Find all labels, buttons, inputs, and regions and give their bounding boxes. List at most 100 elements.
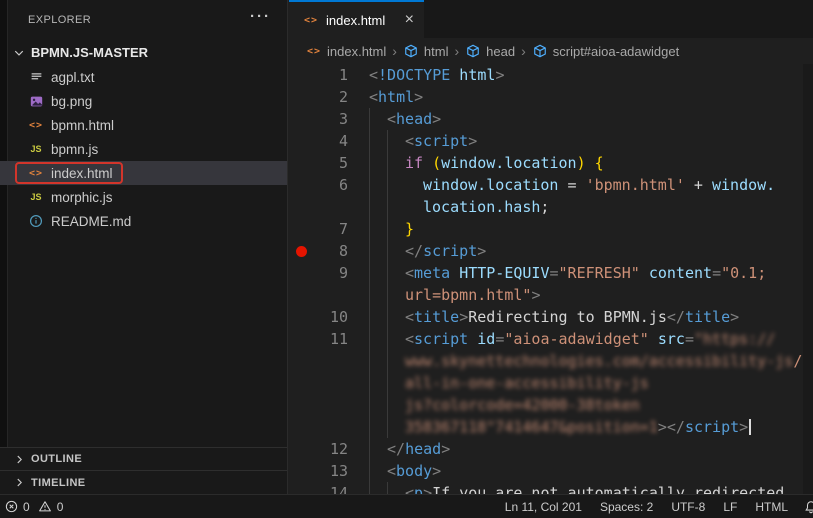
timeline-section[interactable]: TIMELINE bbox=[0, 470, 287, 494]
close-icon[interactable]: × bbox=[405, 12, 414, 28]
code-token: title bbox=[684, 308, 731, 326]
outline-section[interactable]: OUTLINE bbox=[0, 447, 287, 470]
code-text: url=bpmn.html"> bbox=[369, 284, 540, 306]
breadcrumb-item-index-html[interactable]: <> index.html bbox=[306, 43, 386, 59]
scrollbar[interactable] bbox=[803, 64, 813, 494]
breadcrumb-item-script-aioa-adawidget[interactable]: script#aioa-adawidget bbox=[532, 43, 679, 59]
status-cursor-position[interactable]: Ln 11, Col 201 bbox=[505, 500, 582, 514]
line-number: 6 bbox=[338, 176, 348, 194]
code-line[interactable]: 12 </head> bbox=[289, 438, 813, 460]
code-line[interactable]: 14 <p>If you are not automatically redire… bbox=[289, 482, 813, 494]
code-token: </ bbox=[666, 308, 685, 326]
symbol-cube-icon bbox=[532, 43, 548, 59]
code-token: = bbox=[495, 330, 505, 348]
readme-info-icon bbox=[28, 213, 44, 229]
text-cursor bbox=[749, 419, 752, 435]
html-file-icon: <> bbox=[306, 45, 322, 57]
code-line[interactable]: 8 </script> bbox=[289, 240, 813, 262]
code-line[interactable]: js?colorcode=42000-38token bbox=[289, 394, 813, 416]
file-name: bg.png bbox=[51, 93, 93, 109]
html-file-icon: <> bbox=[303, 14, 319, 26]
code-token: "REFRESH" bbox=[558, 264, 640, 282]
folder-root-row[interactable]: BPMN.JS-MASTER bbox=[8, 40, 287, 65]
code-token: / bbox=[793, 352, 803, 370]
status-right-items: Ln 11, Col 201 Spaces: 2 UTF-8 LF HTML bbox=[505, 495, 788, 518]
file-name: morphic.js bbox=[51, 189, 113, 205]
code-token: HTTP-EQUIV bbox=[459, 264, 550, 282]
code-token: ; bbox=[540, 198, 550, 216]
code-token: < bbox=[387, 110, 397, 128]
code-line[interactable]: 7} bbox=[289, 218, 813, 240]
notifications-bell-icon[interactable] bbox=[804, 500, 813, 514]
file-row-README.md[interactable]: README.md bbox=[0, 209, 287, 233]
code-token: < bbox=[387, 462, 397, 480]
code-line[interactable]: 3 <head> bbox=[289, 108, 813, 130]
html-file-icon: <> bbox=[28, 119, 44, 131]
line-number: 9 bbox=[338, 264, 348, 282]
code-line[interactable]: 358367118"7414647&position=1></script> bbox=[289, 416, 813, 438]
file-name: agpl.txt bbox=[51, 69, 95, 85]
code-token: < bbox=[369, 88, 379, 106]
chevron-right-icon bbox=[12, 477, 26, 488]
code-token: > bbox=[531, 286, 541, 304]
code-token: html bbox=[378, 88, 415, 106]
code-line[interactable]: www.skynettechnologies.com/accessibility… bbox=[289, 350, 813, 372]
code-token: > bbox=[495, 66, 505, 84]
status-indentation[interactable]: Spaces: 2 bbox=[600, 500, 653, 514]
code-line[interactable]: 11 <script id="aioa-adawidget" src="https… bbox=[289, 328, 813, 350]
file-row-bpmn.html[interactable]: <> bpmn.html bbox=[0, 113, 287, 137]
js-file-icon: JS bbox=[30, 144, 42, 154]
code-line[interactable]: all-in-one-accessibility-js bbox=[289, 372, 813, 394]
status-language-mode[interactable]: HTML bbox=[755, 500, 788, 514]
folder-name: BPMN.JS-MASTER bbox=[31, 45, 149, 60]
code-line[interactable]: url=bpmn.html"> bbox=[289, 284, 813, 306]
file-row-bg.png[interactable]: bg.png bbox=[0, 89, 287, 113]
code-line[interactable]: 6 window.location = 'bpmn.html' + window. bbox=[289, 174, 813, 196]
blurred-text: js?colorcode=42000-38token bbox=[405, 396, 640, 414]
code-token: meta bbox=[414, 264, 451, 282]
code-token: > bbox=[468, 132, 478, 150]
status-encoding[interactable]: UTF-8 bbox=[671, 500, 705, 514]
file-row-index.html[interactable]: <> index.html bbox=[0, 161, 287, 185]
code-token: > bbox=[441, 440, 451, 458]
problems-indicator[interactable]: 0 0 bbox=[5, 495, 63, 518]
breadcrumb-separator-icon: › bbox=[392, 43, 397, 59]
code-line[interactable]: 13 <body> bbox=[289, 460, 813, 482]
file-row-agpl.txt[interactable]: agpl.txt bbox=[0, 65, 287, 89]
status-eol[interactable]: LF bbox=[723, 500, 737, 514]
file-row-bpmn.js[interactable]: JS bpmn.js bbox=[0, 137, 287, 161]
code-line[interactable]: 9 <meta HTTP-EQUIV="REFRESH" content="0.1… bbox=[289, 262, 813, 284]
warning-icon bbox=[38, 500, 52, 513]
tab-index-html[interactable]: <> index.html × bbox=[289, 0, 424, 38]
file-name: index.html bbox=[51, 165, 113, 181]
code-text: <meta HTTP-EQUIV="REFRESH" content="0.1; bbox=[369, 262, 766, 284]
code-token: if bbox=[405, 154, 424, 172]
breadcrumb: <> index.html › html › head › script#aioa-adawi… bbox=[289, 38, 813, 64]
code-line[interactable]: location.hash; bbox=[289, 196, 813, 218]
code-token: url=bpmn.html" bbox=[405, 286, 532, 304]
blurred-text: all-in-one-accessibility-js bbox=[405, 374, 649, 392]
code-editor[interactable]: 1 <!DOCTYPE html> 2 <html> 3 <head> 4 <script> 5… bbox=[289, 64, 813, 494]
breadcrumb-item-html[interactable]: html bbox=[403, 43, 448, 59]
code-token: < bbox=[405, 484, 415, 494]
section-label: OUTLINE bbox=[31, 453, 83, 465]
code-text: <body> bbox=[369, 460, 441, 482]
breadcrumb-item-head[interactable]: head bbox=[465, 43, 515, 59]
code-line[interactable]: 2 <html> bbox=[289, 86, 813, 108]
file-row-morphic.js[interactable]: JS morphic.js bbox=[0, 185, 287, 209]
code-line[interactable]: 5 if (window.location) { bbox=[289, 152, 813, 174]
code-token: title bbox=[414, 308, 460, 326]
code-line[interactable]: 1 <!DOCTYPE html> bbox=[289, 64, 813, 86]
code-line[interactable]: 4 <script> bbox=[289, 130, 813, 152]
code-text: www.skynettechnologies.com/accessibility… bbox=[369, 350, 802, 372]
code-line[interactable]: 10 <title>Redirecting to BPMN.js</title> bbox=[289, 306, 813, 328]
code-token: head bbox=[405, 440, 442, 458]
code-text: </script> bbox=[369, 240, 486, 262]
file-name: README.md bbox=[51, 213, 132, 229]
more-actions-button[interactable]: ··· bbox=[250, 8, 271, 25]
code-token: > bbox=[730, 308, 740, 326]
code-text: </head> bbox=[369, 438, 450, 460]
